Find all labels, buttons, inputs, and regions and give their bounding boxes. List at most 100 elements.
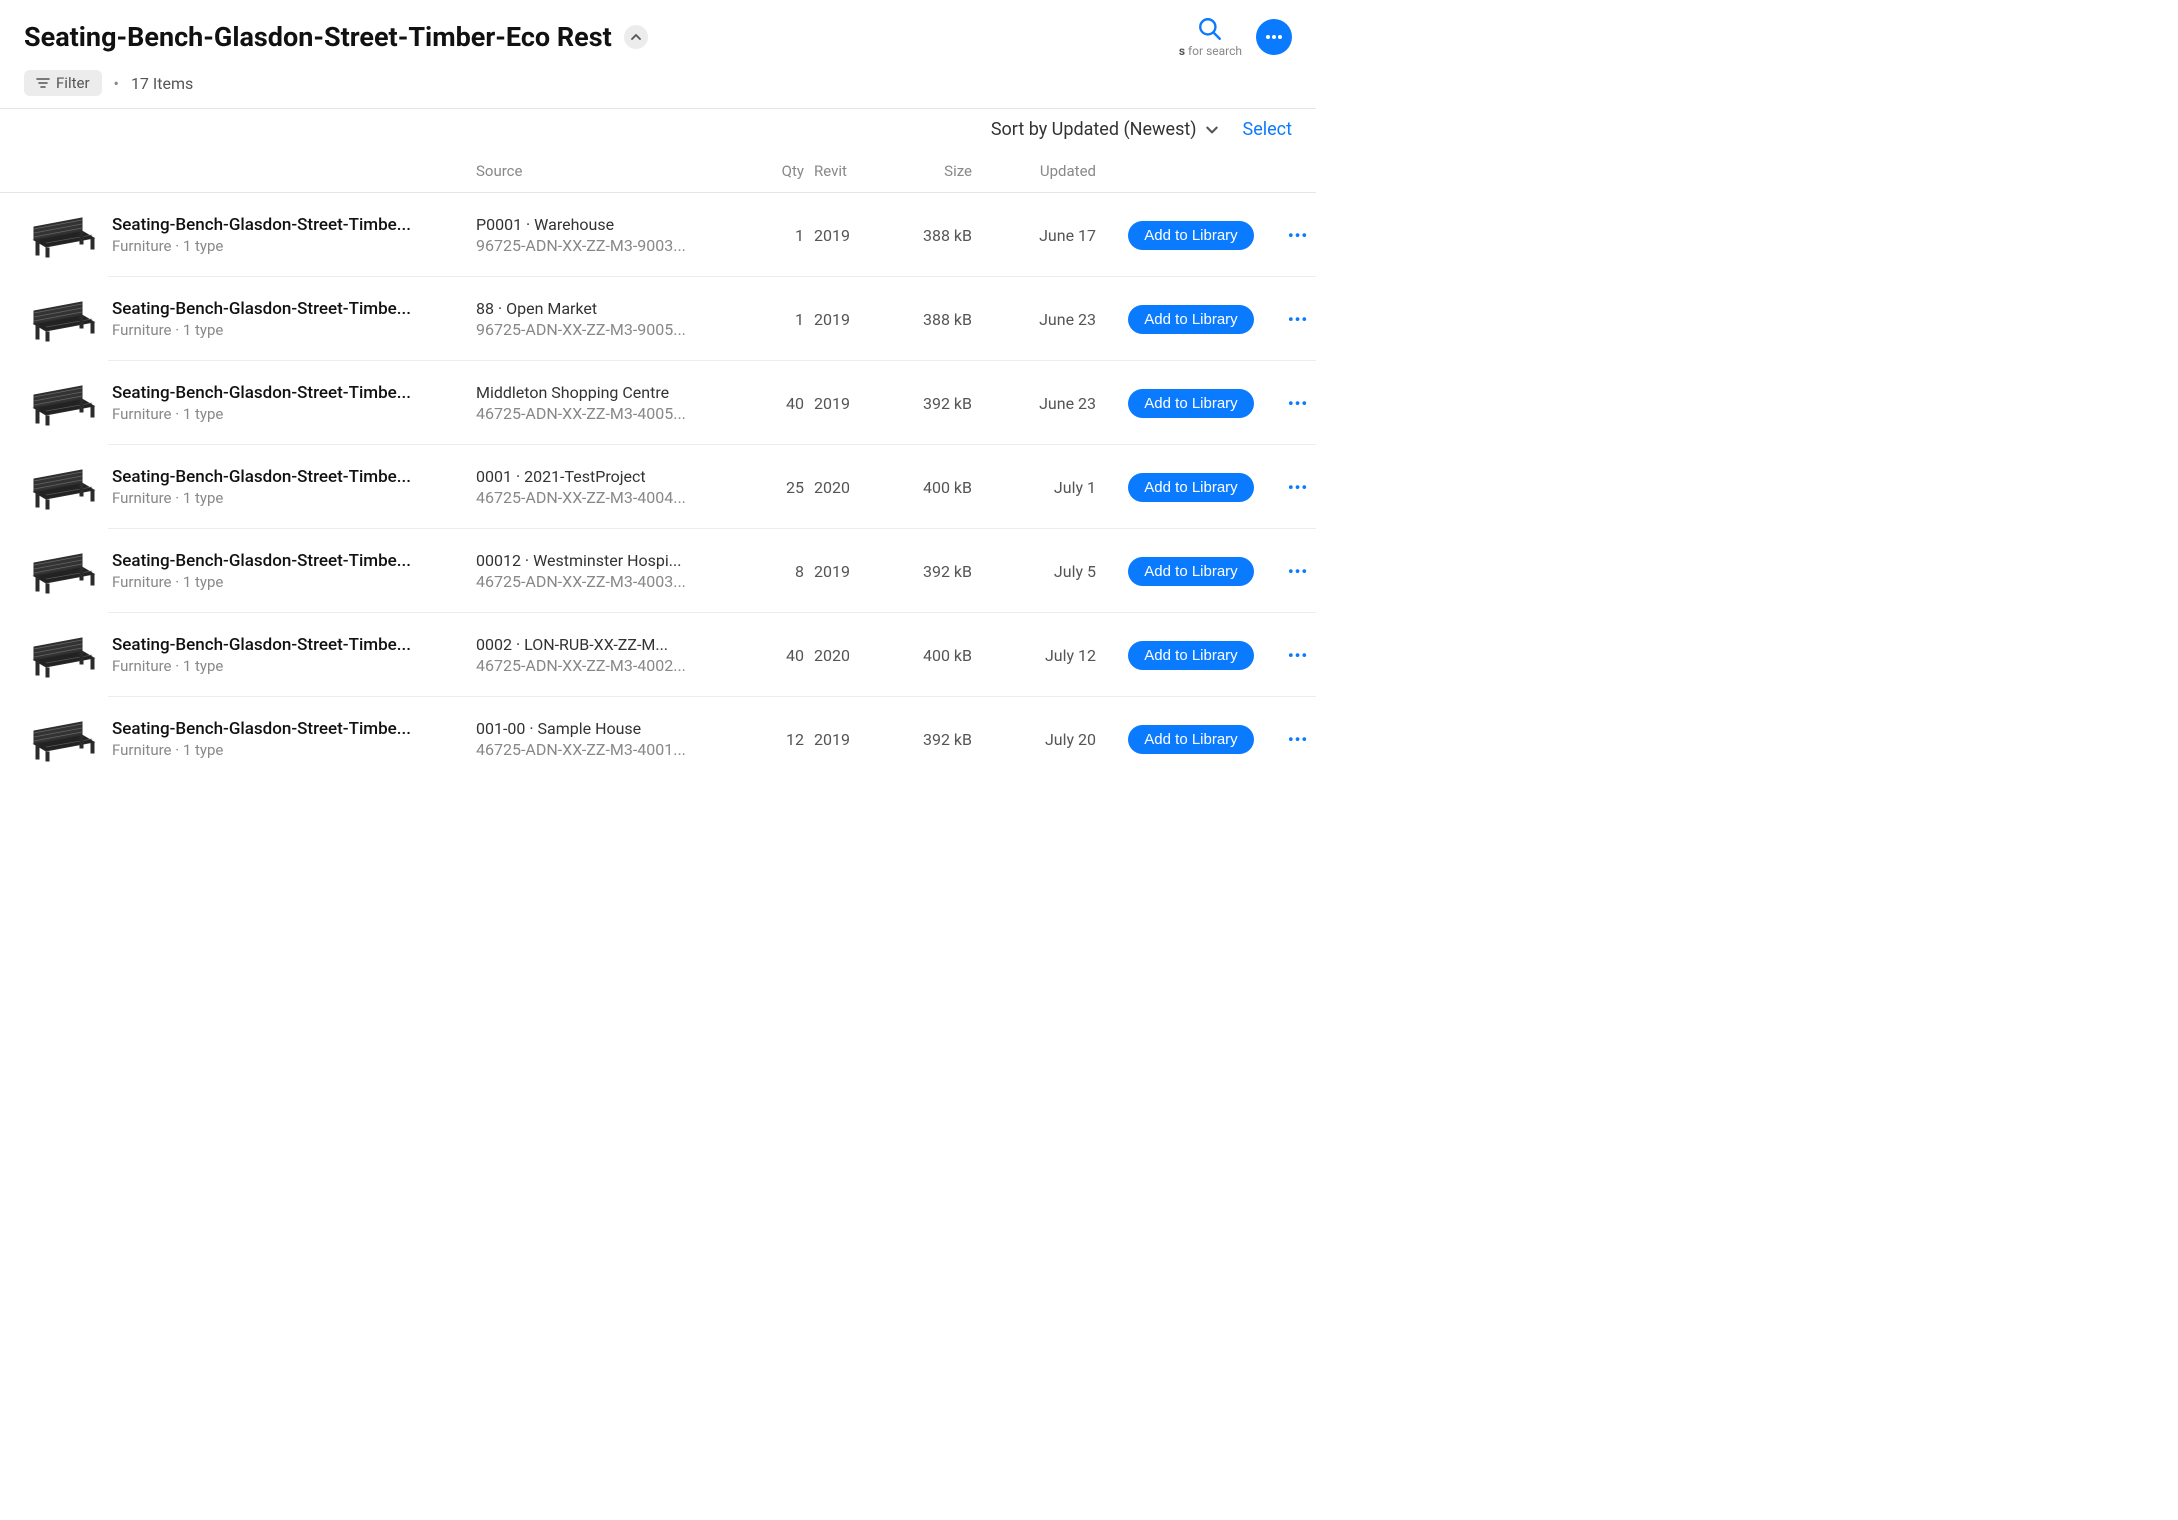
size-value: 392 kB: [878, 730, 978, 749]
revit-value: 2020: [814, 646, 874, 665]
row-more-button[interactable]: •••: [1280, 226, 1324, 245]
size-value: 392 kB: [878, 394, 978, 413]
bench-thumbnail-icon: [28, 295, 100, 343]
item-name: Seating-Bench-Glasdon-Street-Timbe...: [112, 635, 460, 655]
item-meta: Furniture · 1 type: [112, 489, 460, 507]
size-value: 388 kB: [878, 226, 978, 245]
updated-value: July 12: [982, 646, 1102, 665]
item-count: 17 Items: [131, 74, 193, 93]
updated-value: June 23: [982, 310, 1102, 329]
table-row[interactable]: Seating-Bench-Glasdon-Street-Timbe... Fu…: [0, 445, 1316, 529]
item-meta: Furniture · 1 type: [112, 321, 460, 339]
table-row[interactable]: Seating-Bench-Glasdon-Street-Timbe... Fu…: [0, 193, 1316, 277]
chevron-down-icon: [1205, 123, 1219, 137]
item-name: Seating-Bench-Glasdon-Street-Timbe...: [112, 551, 460, 571]
filter-label: Filter: [56, 74, 90, 92]
add-to-library-button[interactable]: Add to Library: [1128, 473, 1253, 502]
col-size: Size: [878, 162, 978, 180]
source-main: P0001 · Warehouse: [476, 215, 734, 234]
source-main: Middleton Shopping Centre: [476, 383, 734, 402]
filter-button[interactable]: Filter: [24, 70, 102, 96]
size-value: 388 kB: [878, 310, 978, 329]
more-horizontal-icon: •••: [1288, 646, 1308, 665]
source-sub: 96725-ADN-XX-ZZ-M3-9003...: [476, 236, 734, 255]
qty-value: 25: [750, 478, 810, 497]
row-more-button[interactable]: •••: [1280, 310, 1324, 329]
separator-dot: •: [114, 74, 119, 93]
table-row[interactable]: Seating-Bench-Glasdon-Street-Timbe... Fu…: [0, 613, 1316, 697]
bench-thumbnail-icon: [28, 211, 100, 259]
row-more-button[interactable]: •••: [1280, 478, 1324, 497]
size-value: 400 kB: [878, 478, 978, 497]
item-name: Seating-Bench-Glasdon-Street-Timbe...: [112, 299, 460, 319]
qty-value: 1: [750, 310, 810, 329]
row-more-button[interactable]: •••: [1280, 562, 1324, 581]
chevron-up-icon: [630, 31, 642, 43]
item-meta: Furniture · 1 type: [112, 237, 460, 255]
row-more-button[interactable]: •••: [1280, 730, 1324, 749]
add-to-library-button[interactable]: Add to Library: [1128, 725, 1253, 754]
more-horizontal-icon: •••: [1288, 226, 1308, 245]
row-more-button[interactable]: •••: [1280, 646, 1324, 665]
table-row[interactable]: Seating-Bench-Glasdon-Street-Timbe... Fu…: [0, 697, 1316, 781]
sort-label: Sort by Updated (Newest): [991, 119, 1197, 140]
search-icon[interactable]: [1197, 16, 1223, 42]
item-name: Seating-Bench-Glasdon-Street-Timbe...: [112, 719, 460, 739]
col-qty: Qty: [750, 162, 810, 180]
col-source: Source: [476, 162, 746, 180]
source-sub: 46725-ADN-XX-ZZ-M3-4004...: [476, 488, 734, 507]
source-sub: 46725-ADN-XX-ZZ-M3-4005...: [476, 404, 734, 423]
source-main: 001-00 · Sample House: [476, 719, 734, 738]
size-value: 392 kB: [878, 562, 978, 581]
table-row[interactable]: Seating-Bench-Glasdon-Street-Timbe... Fu…: [0, 361, 1316, 445]
revit-value: 2019: [814, 730, 874, 749]
bench-thumbnail-icon: [28, 715, 100, 763]
more-horizontal-icon: •••: [1288, 730, 1308, 749]
source-main: 88 · Open Market: [476, 299, 734, 318]
item-name: Seating-Bench-Glasdon-Street-Timbe...: [112, 383, 460, 403]
select-link[interactable]: Select: [1243, 119, 1292, 140]
source-main: 0002 · LON-RUB-XX-ZZ-M...: [476, 635, 734, 654]
row-more-button[interactable]: •••: [1280, 394, 1324, 413]
item-meta: Furniture · 1 type: [112, 741, 460, 759]
table-row[interactable]: Seating-Bench-Glasdon-Street-Timbe... Fu…: [0, 529, 1316, 613]
more-horizontal-icon: •••: [1288, 394, 1308, 413]
updated-value: July 5: [982, 562, 1102, 581]
sort-dropdown[interactable]: Sort by Updated (Newest): [991, 119, 1219, 140]
revit-value: 2019: [814, 226, 874, 245]
bench-thumbnail-icon: [28, 379, 100, 427]
revit-value: 2020: [814, 478, 874, 497]
bench-thumbnail-icon: [28, 547, 100, 595]
add-to-library-button[interactable]: Add to Library: [1128, 221, 1253, 250]
source-main: 00012 · Westminster Hospi...: [476, 551, 734, 570]
revit-value: 2019: [814, 394, 874, 413]
add-to-library-button[interactable]: Add to Library: [1128, 557, 1253, 586]
add-to-library-button[interactable]: Add to Library: [1128, 389, 1253, 418]
col-revit: Revit: [814, 162, 874, 180]
filter-icon: [36, 77, 50, 89]
item-meta: Furniture · 1 type: [112, 405, 460, 423]
revit-value: 2019: [814, 562, 874, 581]
page-title: Seating-Bench-Glasdon-Street-Timber-Eco …: [24, 21, 612, 53]
collapse-button[interactable]: [624, 25, 648, 49]
qty-value: 1: [750, 226, 810, 245]
qty-value: 8: [750, 562, 810, 581]
more-horizontal-icon: •••: [1288, 310, 1308, 329]
size-value: 400 kB: [878, 646, 978, 665]
qty-value: 12: [750, 730, 810, 749]
more-actions-button[interactable]: [1256, 19, 1292, 55]
add-to-library-button[interactable]: Add to Library: [1128, 305, 1253, 334]
updated-value: June 17: [982, 226, 1102, 245]
source-sub: 46725-ADN-XX-ZZ-M3-4003...: [476, 572, 734, 591]
qty-value: 40: [750, 394, 810, 413]
source-sub: 96725-ADN-XX-ZZ-M3-9005...: [476, 320, 734, 339]
updated-value: July 1: [982, 478, 1102, 497]
more-horizontal-icon: [1264, 27, 1284, 47]
col-updated: Updated: [982, 162, 1102, 180]
add-to-library-button[interactable]: Add to Library: [1128, 641, 1253, 670]
more-horizontal-icon: •••: [1288, 562, 1308, 581]
table-row[interactable]: Seating-Bench-Glasdon-Street-Timbe... Fu…: [0, 277, 1316, 361]
revit-value: 2019: [814, 310, 874, 329]
updated-value: June 23: [982, 394, 1102, 413]
qty-value: 40: [750, 646, 810, 665]
